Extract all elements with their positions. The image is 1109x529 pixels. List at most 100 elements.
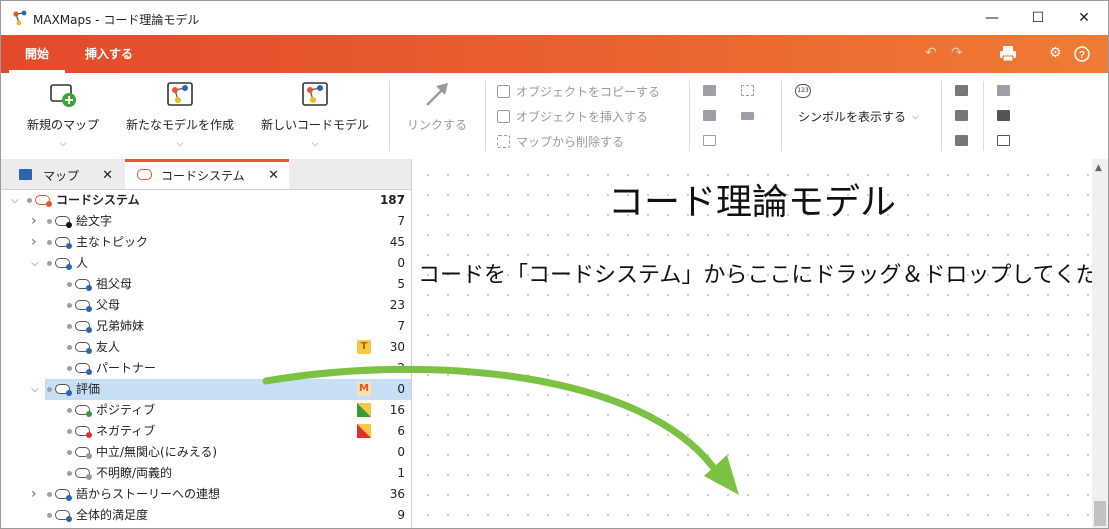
- help-icon[interactable]: ?: [1074, 46, 1090, 62]
- maximize-button[interactable]: ☐: [1015, 1, 1061, 35]
- activation-dot-icon[interactable]: [47, 492, 52, 497]
- vertical-scrollbar[interactable]: ▲: [1092, 159, 1108, 528]
- print-icon[interactable]: [999, 45, 1017, 62]
- activation-dot-icon[interactable]: [47, 387, 52, 392]
- activation-dot-icon[interactable]: [67, 324, 72, 329]
- collapse-chevron-icon[interactable]: ⌵: [31, 379, 39, 400]
- code-icon: [35, 195, 52, 207]
- scrollbar-thumb[interactable]: [1094, 501, 1106, 526]
- code-icon: [55, 489, 72, 501]
- close-tab-icon[interactable]: ✕: [102, 168, 113, 183]
- coded-segment-count: 7: [397, 319, 405, 333]
- tree-row[interactable]: 中立/無関心(にみえる) 0: [1, 442, 411, 463]
- activation-dot-icon[interactable]: [67, 366, 72, 371]
- ribbon-separator: [983, 81, 984, 151]
- activation-dot-icon[interactable]: [27, 198, 32, 203]
- tab-insert[interactable]: 挿入する: [69, 35, 149, 73]
- tree-row[interactable]: 友人 T 30: [1, 337, 411, 358]
- memo-icon[interactable]: M: [357, 382, 371, 396]
- tree-row[interactable]: ネガティブ 6: [1, 421, 411, 442]
- code-memo-icon[interactable]: [357, 424, 371, 438]
- collapse-chevron-icon[interactable]: ⌵: [11, 190, 19, 211]
- tree-row[interactable]: 全体的満足度 9: [1, 505, 411, 526]
- collapse-chevron-icon[interactable]: ⌵: [31, 253, 39, 274]
- code-memo-icon[interactable]: [357, 403, 371, 417]
- code-icon: [55, 510, 72, 522]
- expand-chevron-icon[interactable]: ›: [31, 211, 37, 232]
- activation-dot-icon[interactable]: [47, 513, 52, 518]
- scroll-up-icon[interactable]: ▲: [1095, 163, 1102, 173]
- redo-icon[interactable]: ↷: [951, 45, 963, 61]
- activation-dot-icon[interactable]: [67, 345, 72, 350]
- show-symbols-button[interactable]: シンボルを表示する ⌵: [798, 108, 919, 125]
- activation-dot-icon[interactable]: [67, 429, 72, 434]
- tree-row[interactable]: › 絵文字 7: [1, 211, 411, 232]
- close-tab-icon[interactable]: ✕: [268, 168, 279, 183]
- maximize-icon: ☐: [1031, 10, 1045, 26]
- align-icon[interactable]: [741, 112, 754, 120]
- tree-row[interactable]: 父母 23: [1, 295, 411, 316]
- group-icon[interactable]: [703, 110, 716, 121]
- chevron-down-icon: ⌵: [311, 139, 319, 149]
- activation-dot-icon[interactable]: [47, 261, 52, 266]
- activation-dot-icon[interactable]: [67, 450, 72, 455]
- new-code-model-button[interactable]: 新しいコードモデル ⌵: [253, 79, 377, 149]
- camera-icon[interactable]: [997, 110, 1010, 121]
- expand-chevron-icon[interactable]: ›: [31, 484, 37, 505]
- activation-dot-icon[interactable]: [67, 471, 72, 476]
- expand-chevron-icon[interactable]: ›: [31, 232, 37, 253]
- code-icon: [55, 216, 72, 228]
- tree-row[interactable]: ⌵ コードシステム 187: [1, 190, 411, 211]
- maxmaps-app-icon: [13, 10, 27, 26]
- tree-row[interactable]: ⌵ 人 0: [1, 253, 411, 274]
- code-label: 友人: [96, 340, 121, 354]
- activation-dot-icon[interactable]: [47, 219, 52, 224]
- layers-icon[interactable]: [955, 110, 968, 121]
- tree-row[interactable]: › 語からストーリーへの連想 36: [1, 484, 411, 505]
- image-icon[interactable]: [997, 85, 1010, 96]
- activation-dot-icon[interactable]: [67, 408, 72, 413]
- code-label: 全体的満足度: [76, 508, 149, 522]
- tree-row[interactable]: ⌵ 評価 M 0: [31, 379, 411, 400]
- coded-segment-count: 7: [397, 214, 405, 228]
- code-icon: [75, 468, 92, 480]
- activation-dot-icon[interactable]: [67, 282, 72, 287]
- tree-row[interactable]: 不明瞭/両義的 1: [1, 463, 411, 484]
- copy-object-button[interactable]: オブジェクトをコピーする: [497, 83, 660, 100]
- insert-object-button[interactable]: オブジェクトを挿入する: [497, 108, 648, 125]
- tab-code-system[interactable]: コードシステム ✕: [125, 159, 289, 189]
- close-button[interactable]: ✕: [1061, 1, 1107, 35]
- tree-row[interactable]: パートナー 2: [1, 358, 411, 379]
- map-canvas[interactable]: コード理論モデル コードを「コードシステム」からここにドラッグ＆ドロップしてくだ…: [412, 159, 1108, 528]
- link-button[interactable]: リンクする: [401, 79, 473, 133]
- format-painter-icon[interactable]: [955, 135, 968, 146]
- duplicate-icon[interactable]: [955, 85, 968, 96]
- activation-dot-icon[interactable]: [47, 240, 52, 245]
- minimize-button[interactable]: —: [969, 1, 1015, 35]
- code-label: 兄弟姉妹: [96, 319, 145, 333]
- arrange-icon[interactable]: [703, 85, 716, 96]
- settings-gear-icon[interactable]: ⚙: [1049, 45, 1062, 61]
- new-model-button[interactable]: 新たなモデルを作成 ⌵: [119, 79, 241, 149]
- code-icon: [75, 279, 92, 291]
- tree-row[interactable]: › 主なトピック 45: [1, 232, 411, 253]
- tab-maps[interactable]: マップ ✕: [9, 161, 123, 189]
- code-label: 父母: [96, 298, 121, 312]
- link-arrow-icon: [426, 83, 448, 106]
- tab-home[interactable]: 開始: [9, 35, 66, 73]
- tree-row[interactable]: ポジティブ 16: [1, 400, 411, 421]
- code-label: 評価: [76, 382, 101, 396]
- export-icon[interactable]: [997, 135, 1010, 146]
- tree-row[interactable]: 祖父母 5: [1, 274, 411, 295]
- memo-icon[interactable]: T: [357, 340, 371, 354]
- fit-icon[interactable]: [703, 135, 716, 146]
- new-map-button[interactable]: 新規のマップ ⌵: [21, 79, 105, 149]
- undo-icon[interactable]: ↶: [925, 45, 937, 61]
- tree-row[interactable]: 兄弟姉妹 7: [1, 316, 411, 337]
- select-icon[interactable]: [741, 85, 754, 96]
- code-icon: [55, 384, 72, 396]
- coded-segment-count: 5: [397, 277, 405, 291]
- activation-dot-icon[interactable]: [67, 303, 72, 308]
- code-label: パートナー: [96, 361, 157, 375]
- delete-from-map-button[interactable]: マップから削除する: [497, 133, 624, 150]
